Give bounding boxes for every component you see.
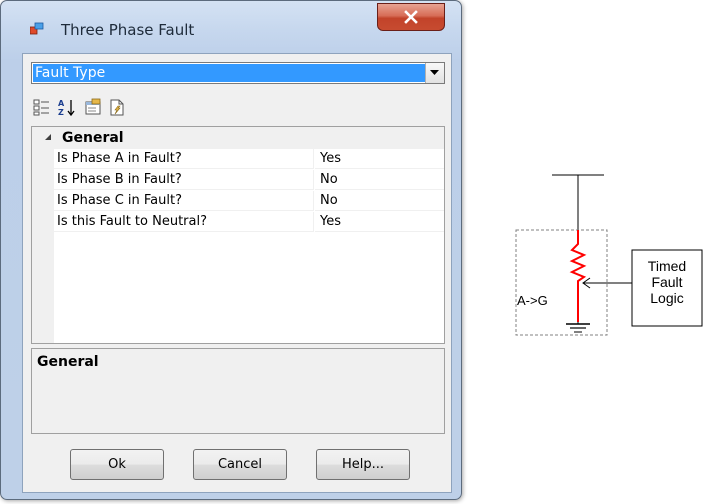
dropdown-arrow-button[interactable] <box>425 63 444 83</box>
events-icon[interactable] <box>107 97 127 117</box>
row-gutter <box>32 149 54 170</box>
chevron-down-icon <box>430 70 439 75</box>
property-name: Is Phase B in Fault? <box>54 170 314 190</box>
close-button[interactable] <box>377 3 445 31</box>
description-title: General <box>37 354 99 370</box>
row-gutter <box>32 191 54 212</box>
row-gutter <box>32 212 54 233</box>
app-icon <box>30 22 44 35</box>
property-value[interactable]: No <box>315 191 444 211</box>
categorized-icon[interactable] <box>32 97 52 117</box>
grid-gutter-fill <box>32 233 54 343</box>
ok-button[interactable]: Ok <box>70 449 164 480</box>
alphabetical-sort-icon[interactable]: A Z <box>57 97 77 117</box>
svg-text:Z: Z <box>58 108 64 117</box>
collapse-triangle-icon[interactable] <box>44 133 52 141</box>
object-selector-dropdown[interactable]: Fault Type <box>31 62 445 84</box>
row-gutter <box>32 170 54 191</box>
title-bar[interactable]: Three Phase Fault <box>1 1 461 39</box>
help-button[interactable]: Help... <box>316 449 410 480</box>
property-row[interactable]: Is Phase A in Fault? Yes <box>32 149 444 170</box>
property-name: Is Phase C in Fault? <box>54 191 314 211</box>
category-label: General <box>62 130 124 146</box>
property-row[interactable]: Is Phase C in Fault? No <box>32 191 444 212</box>
window-title: Three Phase Fault <box>61 21 195 39</box>
fault-type-label: A->G <box>517 293 548 308</box>
dialog-window: Three Phase Fault Fault Type A Z General… <box>0 0 462 500</box>
property-name: Is Phase A in Fault? <box>54 149 314 169</box>
property-pages-icon[interactable] <box>83 97 103 117</box>
object-selector-value: Fault Type <box>33 64 426 82</box>
property-value[interactable]: No <box>315 170 444 190</box>
fault-schematic: A->G Timed Fault Logic <box>515 174 703 336</box>
dialog-client-area: Fault Type A Z General Is Phase A in Fau… <box>22 53 452 493</box>
property-name: Is this Fault to Neutral? <box>54 212 314 232</box>
close-icon <box>404 10 418 24</box>
logic-box-line-3: Logic <box>650 290 683 306</box>
property-value[interactable]: Yes <box>315 149 444 169</box>
property-grid-toolbar: A Z <box>31 92 445 122</box>
logic-box-line-1: Timed <box>648 258 686 274</box>
property-row[interactable]: Is Phase B in Fault? No <box>32 170 444 191</box>
property-row[interactable]: Is this Fault to Neutral? Yes <box>32 212 444 233</box>
svg-text:A: A <box>58 99 65 108</box>
logic-box-line-2: Fault <box>651 274 682 290</box>
category-row-general[interactable]: General <box>32 127 444 149</box>
property-value[interactable]: Yes <box>315 212 444 232</box>
description-pane: General <box>31 348 445 434</box>
property-grid: General Is Phase A in Fault? Yes Is Phas… <box>31 126 445 344</box>
cancel-button[interactable]: Cancel <box>193 449 287 480</box>
fault-lightning-icon <box>569 230 587 322</box>
